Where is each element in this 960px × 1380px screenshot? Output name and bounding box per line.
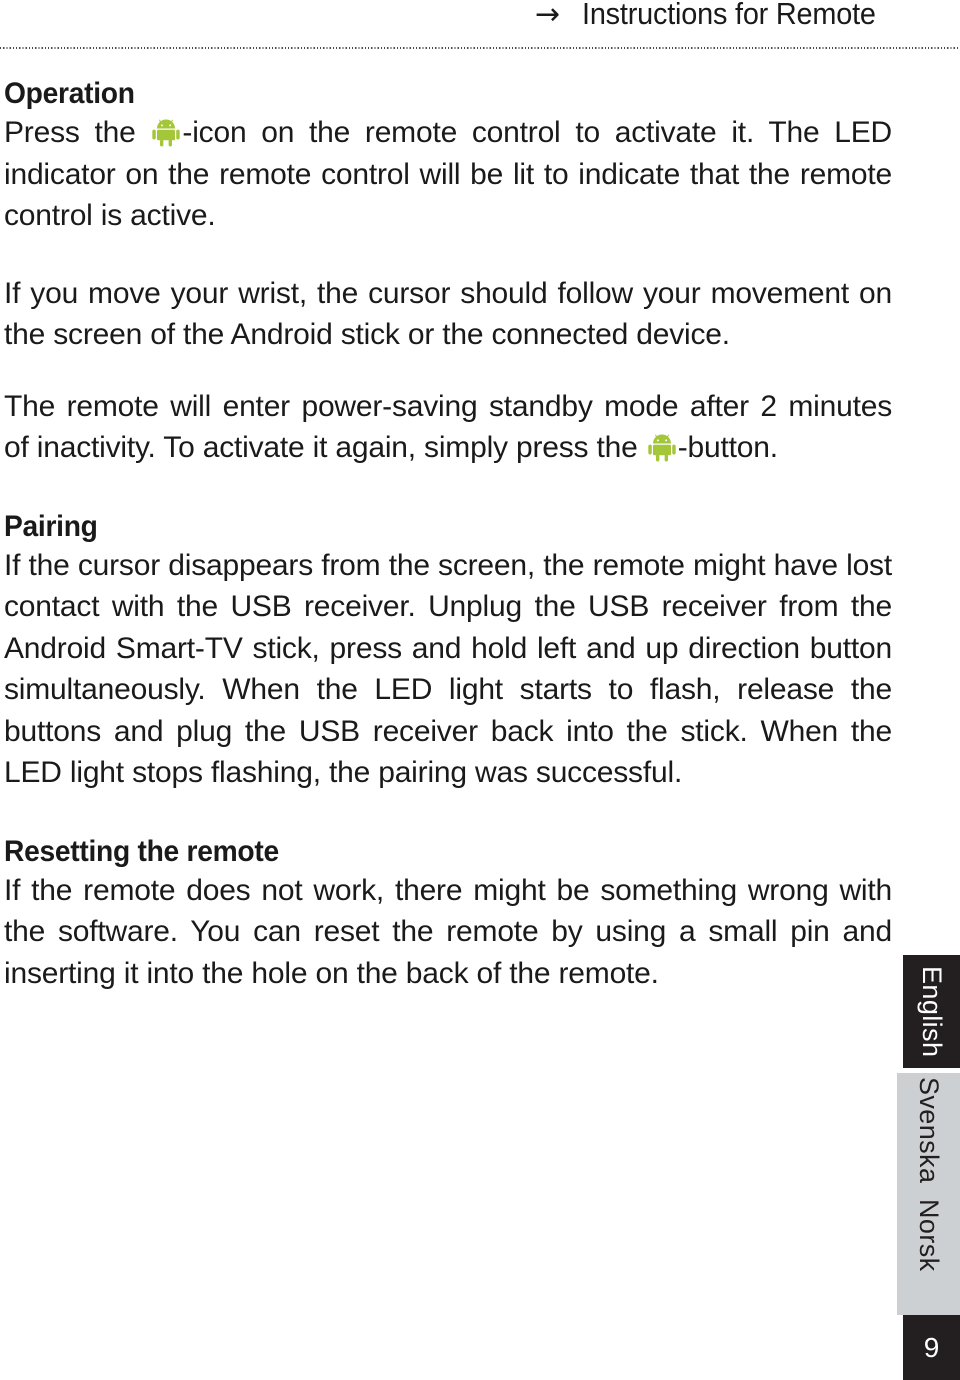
section-heading-pairing: Pairing [4, 509, 98, 543]
paragraph-resetting: If the remote does not work, there might… [4, 873, 892, 990]
page-number-block: 9 [903, 1315, 960, 1380]
header-divider [0, 47, 960, 49]
section-heading-operation: Operation [4, 77, 135, 110]
paragraph-standby-mode: The remote will enter power-saving stand… [4, 386, 892, 469]
language-tabs-other-inner: Svenska Norsk [897, 1073, 960, 1315]
document-content: Operation Press the -icon on the remote … [4, 76, 892, 994]
paragraph-pairing: If the cursor disappears from the screen… [4, 548, 892, 790]
language-tab-svenska-label[interactable]: Svenska [914, 1077, 944, 1183]
page-header: → Instructions for Remote [0, 0, 960, 56]
paragraph-text-part-1: Press the [4, 116, 151, 149]
language-tabs: English Svenska Norsk 9 [897, 955, 960, 1380]
arrow-right-icon: → [534, 0, 561, 32]
language-tab-norsk-label[interactable]: Norsk [914, 1199, 944, 1272]
android-robot-icon [151, 117, 181, 147]
page-number: 9 [923, 1331, 940, 1363]
android-robot-icon [647, 432, 677, 462]
language-tab-english[interactable]: English [903, 955, 960, 1068]
paragraph-text-after-icon: -button. [677, 431, 778, 464]
header-title-row: → Instructions for Remote [535, 0, 898, 30]
language-tabs-other[interactable]: Svenska Norsk [897, 1073, 960, 1315]
section-heading-resetting: Resetting the remote [4, 834, 279, 868]
page-title: Instructions for Remote [582, 0, 876, 31]
language-tab-english-label: English [917, 965, 947, 1058]
paragraph-wrist-movement: If you move your wrist, the cursor shoul… [4, 276, 892, 352]
paragraph-press-icon: Press the -icon on the remote control to… [4, 112, 892, 237]
